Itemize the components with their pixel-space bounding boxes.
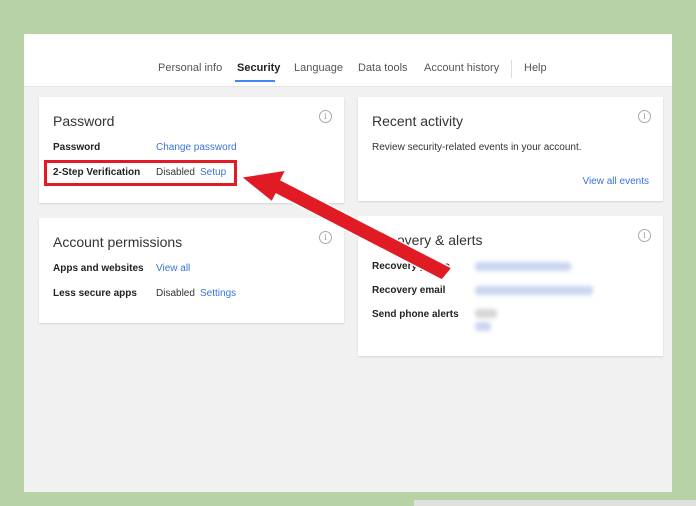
apps-and-websites-label: Apps and websites — [53, 263, 144, 274]
password-card: Password i Password Change password 2-St… — [39, 97, 344, 203]
recovery-phone-value — [475, 262, 571, 271]
phone-alerts-link[interactable] — [475, 322, 491, 331]
info-icon[interactable]: i — [638, 229, 651, 242]
recovery-email-label: Recovery email — [372, 285, 446, 296]
section-tabs: Personal info Security Language Data too… — [24, 62, 672, 86]
nav-divider — [511, 60, 512, 78]
annotation-highlight-box — [44, 160, 237, 186]
recovery-alerts-title: Recovery & alerts — [372, 232, 483, 248]
active-tab-indicator — [235, 80, 275, 82]
less-secure-apps-label: Less secure apps — [53, 288, 137, 299]
account-permissions-title: Account permissions — [53, 234, 183, 250]
tab-help[interactable]: Help — [524, 62, 547, 74]
recent-activity-description: Review security-related events in your a… — [372, 142, 582, 153]
bottom-strip — [414, 500, 696, 506]
send-phone-alerts-label: Send phone alerts — [372, 309, 459, 320]
less-secure-status: Disabled — [156, 288, 195, 299]
info-icon[interactable]: i — [319, 231, 332, 244]
info-icon[interactable]: i — [319, 110, 332, 123]
top-navigation-bar: Personal info Security Language Data too… — [24, 34, 672, 87]
info-icon[interactable]: i — [638, 110, 651, 123]
tab-security[interactable]: Security — [237, 62, 280, 74]
less-secure-settings-link[interactable]: Settings — [200, 288, 236, 299]
account-settings-window: Personal info Security Language Data too… — [24, 34, 672, 492]
apps-view-all-link[interactable]: View all — [156, 263, 190, 274]
recovery-phone-label: Recovery phone — [372, 261, 450, 272]
phone-alerts-value — [475, 309, 497, 318]
recent-activity-title: Recent activity — [372, 113, 464, 129]
tab-language[interactable]: Language — [294, 62, 343, 74]
tab-data-tools[interactable]: Data tools — [358, 62, 408, 74]
change-password-link[interactable]: Change password — [156, 142, 237, 153]
recovery-email-value — [475, 286, 593, 295]
recent-activity-card: Recent activity i Review security-relate… — [358, 97, 663, 201]
recovery-alerts-card: Recovery & alerts i Recovery phone Recov… — [358, 216, 663, 356]
password-label: Password — [53, 142, 101, 153]
tab-personal-info[interactable]: Personal info — [158, 62, 222, 74]
tab-account-history[interactable]: Account history — [424, 62, 499, 74]
view-all-events-link[interactable]: View all events — [582, 176, 649, 187]
account-permissions-card: Account permissions i Apps and websites … — [39, 218, 344, 323]
password-card-title: Password — [53, 113, 115, 129]
